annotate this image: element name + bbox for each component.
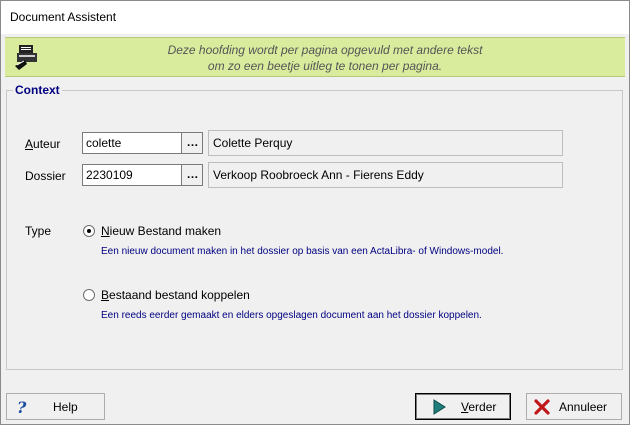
auteur-browse-button[interactable]: … (181, 132, 203, 154)
auteur-label-rest: uteur (33, 137, 61, 151)
nieuw-label-rest: ieuw Bestand maken (109, 224, 222, 238)
help-button[interactable]: ? Help (6, 393, 105, 420)
document-assistent-window: Document Assistent Deze hoofding wordt p… (0, 0, 630, 425)
help-question-icon: ? (13, 398, 31, 417)
help-button-label: Help (53, 400, 78, 414)
dossier-name-display: Verkoop Roobroeck Ann - Fierens Eddy (208, 162, 563, 188)
svg-text:?: ? (17, 398, 27, 416)
verder-label-rest: erder (468, 400, 497, 414)
annuleer-button[interactable]: Annuleer (526, 393, 622, 420)
radio-bestaand-bestand-label[interactable]: Bestaand bestand koppelen (101, 288, 250, 302)
nieuw-bestand-description: Een nieuw document maken in het dossier … (101, 246, 504, 257)
header-band: Deze hoofding wordt per pagina opgevuld … (5, 37, 625, 77)
type-label: Type (25, 224, 52, 238)
radio-nieuw-bestand-label[interactable]: Nieuw Bestand maken (101, 224, 221, 238)
auteur-input[interactable]: colette (82, 132, 182, 154)
radio-nieuw-bestand[interactable] (83, 225, 95, 237)
bestaand-hotkey: B (101, 288, 110, 302)
header-line-2: om zo een beetje uitleg te tonen per pag… (207, 59, 443, 73)
bestaand-label-rest: estaand bestand koppelen (109, 288, 250, 302)
radio-bestaand-bestand[interactable] (83, 289, 95, 301)
bestaand-bestand-description: Een reeds eerder gemaakt en elders opges… (101, 310, 482, 321)
header-instruction: Deze hoofding wordt per pagina opgevuld … (45, 42, 605, 74)
auteur-name-display: Colette Perquy (208, 130, 563, 156)
auteur-label: Auteur (25, 137, 60, 151)
verder-button[interactable]: Verder (415, 393, 511, 420)
window-title: Document Assistent (10, 10, 117, 24)
document-assistant-logo-icon (11, 42, 43, 74)
nieuw-hotkey: N (101, 224, 110, 238)
title-bar[interactable]: Document Assistent (1, 1, 629, 34)
annuleer-button-label: Annuleer (559, 400, 608, 414)
dossier-input[interactable]: 2230109 (82, 164, 182, 186)
context-legend: Context (13, 83, 62, 97)
close-x-icon (533, 398, 551, 416)
header-line-1: Deze hoofding wordt per pagina opgevuld … (167, 43, 483, 57)
auteur-hotkey: A (25, 137, 34, 151)
verder-button-label: Verder (461, 400, 496, 414)
dossier-label: Dossier (25, 169, 66, 183)
dossier-browse-button[interactable]: … (181, 164, 203, 186)
play-arrow-icon (430, 398, 448, 416)
